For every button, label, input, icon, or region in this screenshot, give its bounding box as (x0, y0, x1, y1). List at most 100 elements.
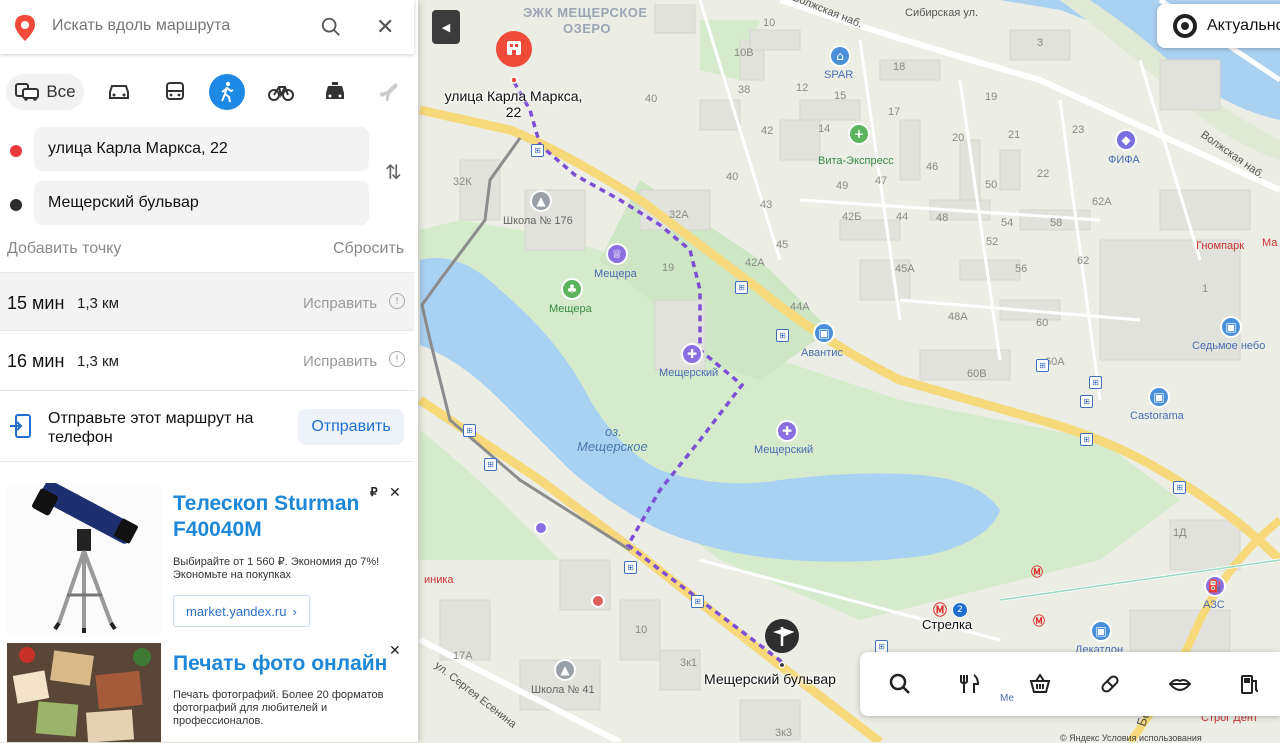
mode-all-button[interactable]: Все (6, 74, 84, 110)
route-option-2[interactable]: 16 мин 1,3 км Исправить ! (0, 330, 414, 388)
house-number: 43 (760, 199, 773, 211)
bus-stop-icon[interactable]: ⊞ (484, 458, 497, 471)
poi-label-meschera-1: Мещера (594, 268, 637, 280)
house-number: 10 (763, 17, 776, 29)
poi-label-mescherskiy-1: Мещерский (659, 367, 719, 379)
close-icon[interactable]: ✕ (376, 15, 394, 40)
ad-close-icon[interactable]: ✕ (389, 485, 401, 501)
mode-car-button[interactable] (104, 74, 134, 110)
house-number: 60 (1036, 317, 1049, 329)
route-fix-link[interactable]: Исправить (303, 353, 377, 370)
metro-icon[interactable]: Ⓜ (933, 603, 947, 617)
category-search-button[interactable] (878, 662, 922, 706)
category-food-button[interactable] (948, 662, 992, 706)
house-number: 15 (834, 90, 847, 102)
mode-bicycle-button[interactable] (266, 74, 296, 110)
shop-icon[interactable]: ▣ (813, 322, 835, 344)
route-from-input[interactable]: улица Карла Маркса, 22 (34, 127, 369, 171)
poi-label-sedmoe-nebo: Седьмое небо (1192, 340, 1266, 352)
bus-stop-icon[interactable]: ⊞ (1173, 481, 1186, 494)
pharmacy-icon[interactable]: + (848, 123, 870, 145)
poi-label-clinic: иника (424, 574, 454, 586)
house-number: 46 (926, 161, 939, 173)
bus-stop-icon[interactable]: ⊞ (531, 144, 544, 157)
category-pharmacy-button[interactable] (1088, 662, 1132, 706)
house-number: 54 (1001, 217, 1014, 229)
poi-label-castorama: Castorama (1130, 410, 1184, 422)
bus-stop-icon[interactable]: ⊞ (776, 329, 789, 342)
actual-button[interactable]: Актуально (1157, 4, 1280, 48)
house-number: 60В (967, 368, 987, 380)
ad-url-button[interactable]: market.yandex.ru › (173, 595, 310, 627)
house-number: 45 (776, 239, 789, 251)
send-button[interactable]: Отправить (298, 409, 404, 445)
route-fix-link[interactable]: Исправить (303, 295, 377, 312)
mode-plane-button[interactable] (374, 74, 404, 110)
mode-taxi-button[interactable] (320, 74, 350, 110)
route-distance: 1,3 км (77, 295, 119, 312)
add-point-link[interactable]: Добавить точку (7, 240, 121, 258)
house-number: 44 (896, 211, 909, 223)
ad-url: market.yandex.ru (186, 603, 287, 619)
park-icon[interactable]: ♣ (561, 278, 583, 300)
route-search-input[interactable]: Искать вдоль маршрута (52, 17, 230, 35)
fitness-icon[interactable]: ✚ (681, 343, 703, 365)
telescope-image (7, 483, 161, 637)
place-dot-icon[interactable] (591, 594, 605, 608)
place-dot-icon[interactable] (534, 521, 548, 535)
bus-stop-icon[interactable]: ⊞ (735, 281, 748, 294)
bus-stop-icon[interactable]: ⊞ (1036, 359, 1049, 372)
mode-pedestrian-button[interactable] (209, 74, 245, 110)
info-icon[interactable]: ! (389, 293, 405, 309)
route-search-bar: Искать вдоль маршрута ✕ (0, 0, 414, 54)
poi-label-meschera-2: Мещера (549, 303, 592, 315)
trophy-icon[interactable]: ♕ (606, 243, 628, 265)
shop-icon[interactable]: ⌂ (829, 45, 851, 67)
area-label-ozero-2: ОЗЕРО (563, 21, 612, 36)
category-beauty-button[interactable] (1158, 662, 1202, 706)
ad-title[interactable]: Печать фото онлайн (173, 651, 403, 677)
reset-link[interactable]: Сбросить (333, 240, 404, 258)
ad-title[interactable]: Телескоп Sturman F40040M (173, 491, 378, 543)
bus-stop-icon[interactable]: ⊞ (463, 424, 476, 437)
category-shop-button[interactable] (1018, 662, 1062, 706)
school-icon[interactable]: ▲ (554, 659, 576, 681)
mode-bus-button[interactable] (160, 74, 190, 110)
collapse-panel-button[interactable]: ◀ (432, 10, 460, 44)
ad-close-icon[interactable]: ✕ (389, 643, 401, 659)
metro-icon[interactable]: Ⓜ (1033, 615, 1045, 627)
poi-label-mescherskiy-2: Мещерский (754, 444, 814, 456)
category-fuel-button[interactable] (1228, 662, 1272, 706)
metro-label-strelka: Стрелка (922, 617, 973, 632)
end-dot-icon (10, 199, 22, 211)
school-icon[interactable]: ▲ (530, 190, 552, 212)
fuel-icon[interactable]: ⛽ (1204, 575, 1226, 597)
shop-icon[interactable]: ▣ (1220, 316, 1242, 338)
bus-stop-icon[interactable]: ⊞ (624, 561, 637, 574)
bus-stop-icon[interactable]: ⊞ (1080, 395, 1093, 408)
fitness-icon[interactable]: ✚ (776, 420, 798, 442)
ad-photo-print[interactable]: Печать фото онлайн ✕ Печать фотографий. … (0, 643, 414, 742)
shop-icon[interactable]: ▣ (1148, 386, 1170, 408)
poi-label-azs: АЗС (1203, 599, 1225, 611)
house-number: 1 (1202, 283, 1209, 295)
poi-label-school-41: Школа № 41 (531, 684, 595, 696)
metro-icon[interactable]: Ⓜ (1031, 566, 1043, 578)
house-number: 3к3 (775, 727, 793, 739)
route-to-input[interactable]: Мещерский бульвар (34, 181, 369, 225)
bus-stop-icon[interactable]: ⊞ (1089, 376, 1102, 389)
bus-stop-icon[interactable]: ⊞ (691, 595, 704, 608)
swap-arrows-icon[interactable]: ⇅ (385, 160, 402, 184)
route-end-label: Мещерский бульвар (704, 671, 836, 687)
house-number: 21 (1008, 129, 1021, 141)
info-icon[interactable]: ! (389, 351, 405, 367)
route-option-1[interactable]: 15 мин 1,3 км Исправить ! (0, 272, 414, 330)
fork-knife-icon (960, 674, 980, 693)
shop-icon[interactable]: ▣ (1090, 620, 1112, 642)
search-icon[interactable] (320, 16, 342, 38)
bus-stop-icon[interactable]: ⊞ (1080, 433, 1093, 446)
sport-icon[interactable]: ◆ (1115, 129, 1137, 151)
actual-label: Актуально (1207, 17, 1280, 34)
poi-label-gnompark: Гномпарк (1196, 240, 1245, 252)
ad-telescope[interactable]: Телескоп Sturman F40040M ₽ ✕ Выбирайте о… (0, 483, 414, 637)
